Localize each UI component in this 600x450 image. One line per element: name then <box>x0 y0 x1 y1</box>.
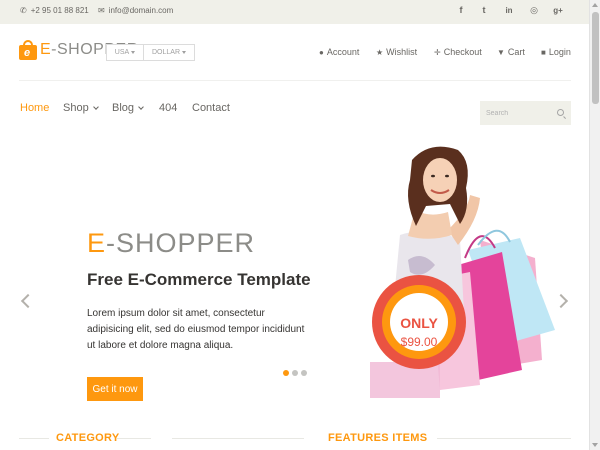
phone-icon: ✆ <box>20 6 27 15</box>
nav-home-label: Home <box>20 102 50 114</box>
search-icon[interactable] <box>557 109 564 116</box>
login-label: Login <box>548 47 571 57</box>
slide-title: Free E-Commerce Template <box>87 270 311 289</box>
search-box <box>480 101 571 125</box>
scroll-down-icon[interactable] <box>592 443 598 447</box>
phone-contact[interactable]: ✆ +2 95 01 88 821 <box>20 6 89 15</box>
slider-dot-1[interactable] <box>283 370 289 376</box>
category-line-right <box>117 438 151 439</box>
category-line-left <box>19 438 49 439</box>
slide-brand-heading: E-SHOPPER <box>87 228 256 258</box>
chevron-down-icon <box>92 103 99 110</box>
twitter-icon[interactable]: t <box>477 5 491 15</box>
checkout-label: Checkout <box>443 47 482 57</box>
caret-down-icon <box>131 51 136 54</box>
star-icon: ★ <box>376 47 384 57</box>
scroll-up-icon[interactable] <box>592 3 598 7</box>
cart-label: Cart <box>507 47 525 57</box>
nav-blog[interactable]: Blog <box>112 102 144 114</box>
chevron-down-icon <box>138 103 144 110</box>
features-heading: FEATURES ITEMS <box>328 432 428 444</box>
slider-dot-3[interactable] <box>301 370 307 376</box>
currency-value: DOLLAR <box>151 49 180 56</box>
header-divider <box>19 80 571 81</box>
shopping-cart-icon: ▼ <box>497 47 505 57</box>
slider-indicators <box>283 370 307 376</box>
nav-home[interactable]: Home <box>20 102 49 114</box>
nav-blog-label: Blog <box>112 102 135 114</box>
slider-prev-arrow-icon[interactable] <box>20 293 36 309</box>
wishlist-label: Wishlist <box>386 47 418 57</box>
nav-shop[interactable]: Shop <box>63 102 99 114</box>
wishlist-link[interactable]: ★ Wishlist <box>376 47 417 57</box>
account-link[interactable]: ● Account <box>319 47 359 57</box>
email-contact[interactable]: ✉ info@domain.com <box>98 6 173 15</box>
vertical-scrollbar[interactable] <box>589 0 600 450</box>
hero-model-image <box>370 146 555 398</box>
get-it-now-button[interactable]: Get it now <box>87 377 143 401</box>
checkout-link[interactable]: ✛ Checkout <box>434 47 482 57</box>
nav-404-label: 404 <box>159 102 178 114</box>
country-dropdown[interactable]: USA <box>106 44 144 61</box>
nav-404[interactable]: 404 <box>159 102 177 114</box>
cart-link[interactable]: ▼ Cart <box>497 47 525 57</box>
dribbble-icon[interactable]: ◎ <box>527 5 541 16</box>
top-bar: ✆ +2 95 01 88 821 ✉ info@domain.com f t … <box>0 0 600 24</box>
user-icon: ● <box>319 47 324 57</box>
facebook-icon[interactable]: f <box>454 5 468 15</box>
shopping-bag-icon: e <box>19 40 37 60</box>
account-label: Account <box>326 47 360 57</box>
linkedin-icon[interactable]: in <box>502 6 516 15</box>
country-value: USA <box>114 49 130 56</box>
caret-down-icon <box>182 51 186 54</box>
slider-dot-2[interactable] <box>292 370 298 376</box>
features-line-right <box>437 438 571 439</box>
search-input[interactable] <box>486 109 556 117</box>
scroll-thumb[interactable] <box>592 12 599 104</box>
price-badge-label: ONLY <box>400 315 438 331</box>
category-heading: CATEGORY <box>56 432 120 444</box>
features-line-left <box>172 438 304 439</box>
price-badge-value: $99.00 <box>400 335 438 349</box>
login-link[interactable]: ■ Login <box>541 47 571 57</box>
email-address: info@domain.com <box>108 6 174 15</box>
google-plus-icon[interactable]: g+ <box>551 6 565 15</box>
phone-number: +2 95 01 88 821 <box>30 6 89 15</box>
nav-shop-label: Shop <box>63 102 89 114</box>
currency-dropdown[interactable]: DOLLAR <box>143 44 195 61</box>
nav-contact-label: Contact <box>192 102 230 114</box>
nav-contact[interactable]: Contact <box>192 102 230 114</box>
crosshairs-icon: ✛ <box>434 47 441 57</box>
slide-description: Lorem ipsum dolor sit amet, consectetur … <box>87 308 305 351</box>
envelope-icon: ✉ <box>98 6 105 15</box>
lock-icon: ■ <box>541 47 546 57</box>
